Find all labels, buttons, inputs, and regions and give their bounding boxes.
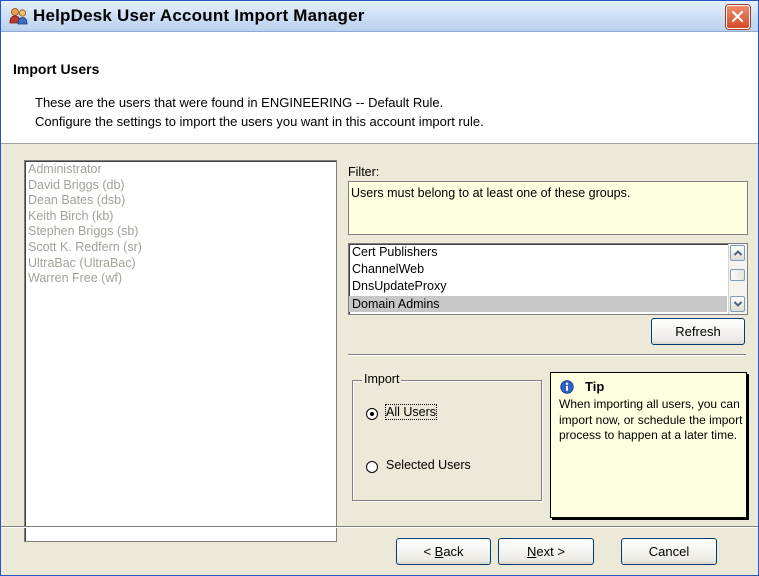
import-manager-window: HelpDesk User Account Import Manager Imp… bbox=[0, 0, 759, 576]
found-users-list[interactable]: Administrator David Briggs (db) Dean Bat… bbox=[24, 160, 337, 542]
page-title: Import Users bbox=[13, 61, 100, 77]
back-prefix: < bbox=[423, 544, 435, 559]
user-list-item[interactable]: Dean Bates (dsb) bbox=[28, 193, 336, 209]
user-list-item[interactable]: Administrator bbox=[28, 162, 336, 178]
group-list-item-selected[interactable]: Domain Admins bbox=[349, 296, 727, 312]
tip-text: When importing all users, you can import… bbox=[559, 397, 743, 443]
all-users-radio[interactable] bbox=[366, 408, 378, 420]
back-label-rest: ack bbox=[443, 544, 464, 559]
import-group-legend: Import bbox=[362, 372, 402, 386]
next-button[interactable]: Next > bbox=[498, 538, 594, 565]
scroll-thumb[interactable] bbox=[730, 269, 745, 281]
users-app-icon bbox=[9, 7, 29, 25]
wizard-header: Import Users These are the users that we… bbox=[1, 32, 758, 144]
next-accelerator: N bbox=[527, 544, 537, 559]
selected-users-label[interactable]: Selected Users bbox=[386, 458, 471, 472]
groups-list[interactable]: Cert Publishers ChannelWeb DnsUpdateProx… bbox=[348, 243, 748, 315]
chevron-up-icon bbox=[733, 250, 743, 256]
all-users-label[interactable]: All Users bbox=[384, 404, 438, 420]
tip-title: Tip bbox=[585, 379, 605, 394]
filter-description: Users must belong to at least one of the… bbox=[351, 186, 631, 200]
header-description-line-1: These are the users that were found in E… bbox=[35, 95, 444, 110]
section-divider bbox=[348, 354, 746, 356]
filter-description-box: Users must belong to at least one of the… bbox=[348, 181, 748, 235]
user-list-item[interactable]: David Briggs (db) bbox=[28, 178, 336, 194]
footer-divider bbox=[1, 526, 758, 528]
scroll-down-button[interactable] bbox=[730, 296, 745, 312]
next-label-rest: ext > bbox=[536, 544, 565, 559]
chevron-down-icon bbox=[733, 301, 743, 307]
group-list-item[interactable]: DnsUpdateProxy bbox=[349, 278, 727, 294]
close-button[interactable] bbox=[726, 5, 750, 29]
info-icon bbox=[560, 380, 574, 394]
header-description-line-2: Configure the settings to import the use… bbox=[35, 114, 484, 129]
scroll-up-button[interactable] bbox=[730, 245, 745, 261]
selected-users-radio[interactable] bbox=[366, 461, 378, 473]
user-list-item[interactable]: Stephen Briggs (sb) bbox=[28, 224, 336, 240]
user-list-item[interactable]: Warren Free (wf) bbox=[28, 271, 336, 287]
import-options-group: Import All Users Selected Users bbox=[352, 372, 542, 501]
group-list-item[interactable]: Cert Publishers bbox=[349, 244, 727, 260]
user-list-item[interactable]: Keith Birch (kb) bbox=[28, 209, 336, 225]
radio-selected-dot bbox=[369, 411, 374, 416]
back-button[interactable]: < Back bbox=[396, 538, 491, 565]
user-list-item[interactable]: UltraBac (UltraBac) bbox=[28, 256, 336, 272]
window-title: HelpDesk User Account Import Manager bbox=[33, 6, 365, 25]
group-list-item[interactable]: ChannelWeb bbox=[349, 261, 727, 277]
refresh-button[interactable]: Refresh bbox=[651, 318, 745, 345]
user-list-item[interactable]: Scott K. Redfern (sr) bbox=[28, 240, 336, 256]
cancel-button[interactable]: Cancel bbox=[621, 538, 717, 565]
filter-label: Filter: bbox=[348, 165, 380, 179]
close-icon bbox=[731, 10, 744, 23]
title-bar[interactable]: HelpDesk User Account Import Manager bbox=[1, 1, 758, 32]
groups-list-scrollbar[interactable] bbox=[728, 244, 747, 314]
tip-box: Tip When importing all users, you can im… bbox=[550, 372, 747, 518]
